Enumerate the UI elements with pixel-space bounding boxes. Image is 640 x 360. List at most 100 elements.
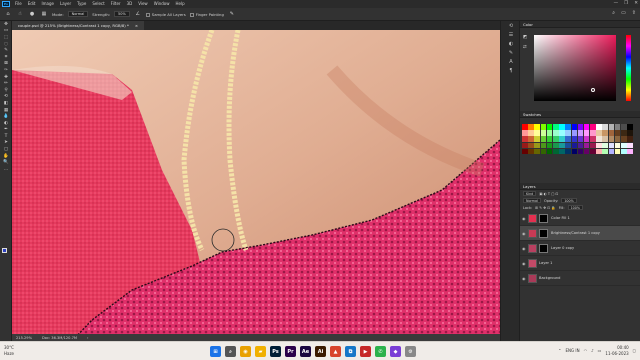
color-swatch[interactable] (583, 130, 590, 136)
color-swatch[interactable] (602, 130, 609, 136)
photoshop-icon[interactable]: Ps (270, 346, 281, 357)
properties-panel-icon[interactable]: ☰ (501, 30, 521, 39)
layer-thumbnail[interactable] (528, 213, 537, 223)
brush-preset-icon[interactable]: ● (28, 10, 36, 18)
color-swatch[interactable] (552, 130, 559, 136)
color-swatch[interactable] (522, 136, 528, 142)
color-swatch[interactable] (596, 142, 602, 149)
paragraph-panel-icon[interactable]: ¶ (501, 66, 521, 75)
layer-row[interactable]: ◉ Brightness/Contrast 1 copy (520, 226, 640, 241)
menu-view[interactable]: View (135, 0, 151, 8)
color-swatch[interactable] (608, 148, 615, 155)
color-swatch[interactable] (565, 136, 571, 142)
color-swatch[interactable] (528, 124, 534, 130)
path-select-icon[interactable]: ➤ (0, 140, 12, 147)
layer-row[interactable]: ◉ Background (520, 271, 640, 286)
status-arrow-icon[interactable]: › (87, 336, 88, 340)
pressure-icon[interactable]: ✎ (228, 10, 236, 18)
layer-row[interactable]: ◉ Layer 0 copy (520, 241, 640, 256)
maximize-button[interactable]: ❐ (624, 0, 628, 8)
hand-tool-icon[interactable]: ✋ (0, 153, 12, 160)
vscode-icon[interactable]: ⧉ (345, 346, 356, 357)
color-swatch[interactable] (546, 130, 553, 136)
color-swatch[interactable] (608, 130, 615, 136)
color-swatch[interactable] (571, 130, 578, 136)
color-swatch[interactable] (608, 124, 615, 130)
dodge-tool-icon[interactable]: ◐ (0, 120, 12, 127)
color-swatch[interactable] (565, 148, 571, 155)
color-swatch[interactable] (602, 136, 609, 142)
crop-tool-icon[interactable]: ⌗ (0, 54, 12, 61)
brush-tool-icon[interactable]: ✏ (0, 80, 12, 87)
color-swatch[interactable] (614, 142, 621, 149)
foreground-color-swatch[interactable] (2, 248, 7, 253)
color-swatch[interactable] (534, 130, 540, 136)
color-swatch[interactable] (627, 130, 633, 136)
color-swatch[interactable] (583, 124, 590, 130)
pen-tool-icon[interactable]: ✒ (0, 127, 12, 134)
more-tools-icon[interactable]: … (0, 166, 12, 173)
settings-icon[interactable]: ⚙ (405, 346, 416, 357)
color-swatch[interactable] (528, 148, 534, 155)
color-swatch[interactable] (596, 136, 602, 142)
color-swatch[interactable] (565, 142, 571, 149)
move-tool-icon[interactable]: ✥ (0, 21, 12, 28)
close-button[interactable]: ✕ (634, 0, 638, 8)
notification-icon[interactable]: ◻ (633, 348, 636, 353)
weather-widget[interactable]: 30°C Haze (4, 345, 14, 357)
color-swatch[interactable] (621, 130, 627, 136)
character-panel-icon[interactable]: A (501, 57, 521, 66)
color-swatch[interactable] (559, 142, 565, 149)
menu-file[interactable]: File (12, 0, 25, 8)
close-tab-icon[interactable]: × (135, 21, 138, 30)
color-swatch[interactable] (522, 142, 528, 149)
history-panel-icon[interactable]: ⟲ (501, 21, 521, 30)
zoom-tool-icon[interactable]: 🔍 (0, 159, 12, 166)
color-panel-tab[interactable]: Color (520, 21, 640, 28)
clock[interactable]: 00:40 11-06-2023 (605, 345, 628, 356)
chrome-icon[interactable]: ◉ (240, 346, 251, 357)
lang-indicator[interactable]: ENG IN (566, 348, 580, 353)
share-icon[interactable]: ⇪ (632, 10, 636, 16)
store-icon[interactable]: ◆ (390, 346, 401, 357)
color-swatch[interactable] (522, 148, 528, 155)
eraser-icon[interactable]: ◧ (0, 100, 12, 107)
color-picker-field[interactable] (534, 35, 616, 101)
color-swatch[interactable] (540, 124, 547, 130)
menu-edit[interactable]: Edit (25, 0, 39, 8)
healing-brush-icon[interactable]: ✚ (0, 74, 12, 81)
illustrator-icon[interactable]: Ai (315, 346, 326, 357)
tray-chevron-icon[interactable]: ⌃ (558, 348, 561, 353)
color-swatch[interactable] (571, 142, 578, 149)
color-swatch[interactable] (577, 136, 584, 142)
color-swatch[interactable] (596, 124, 602, 130)
clone-stamp-icon[interactable]: ⚲ (0, 87, 12, 94)
color-swatch[interactable] (590, 136, 596, 142)
menu-3d[interactable]: 3D (124, 0, 136, 8)
eyedropper-icon[interactable]: ✑ (0, 67, 12, 74)
filter-icons[interactable]: ▣ ◐ T ▢ ⊡ (539, 192, 558, 196)
color-swatch[interactable] (552, 124, 559, 130)
color-swatch[interactable] (546, 142, 553, 149)
color-swatch[interactable] (602, 142, 609, 149)
quick-select-icon[interactable]: ✎ (0, 47, 12, 54)
layer-thumbnail[interactable] (528, 228, 537, 238)
wifi-icon[interactable]: ◠ (584, 348, 588, 353)
adjustments-panel-icon[interactable]: ◐ (501, 39, 521, 48)
color-swatch[interactable] (571, 124, 578, 130)
document-tab[interactable]: couple.psd @ 215% (Brightness/Contrast 1… (12, 21, 145, 30)
battery-icon[interactable]: ▭ (598, 348, 602, 353)
swap-icon[interactable]: ⇄ (523, 45, 530, 52)
color-swatch[interactable] (577, 142, 584, 149)
color-swatch[interactable] (583, 136, 590, 142)
color-swatch[interactable] (614, 130, 621, 136)
color-swatch[interactable] (522, 130, 528, 136)
fg-bg-icon[interactable]: ◩ (523, 35, 530, 42)
swatches-panel-tab[interactable]: Swatches (520, 111, 640, 118)
brushes-panel-icon[interactable]: ✎ (501, 48, 521, 57)
finger-painting-checkbox[interactable]: Finger Painting (189, 12, 224, 17)
color-swatch[interactable] (608, 142, 615, 149)
color-swatch[interactable] (614, 136, 621, 142)
explorer-icon[interactable]: ▰ (255, 346, 266, 357)
color-swatch[interactable] (546, 124, 553, 130)
